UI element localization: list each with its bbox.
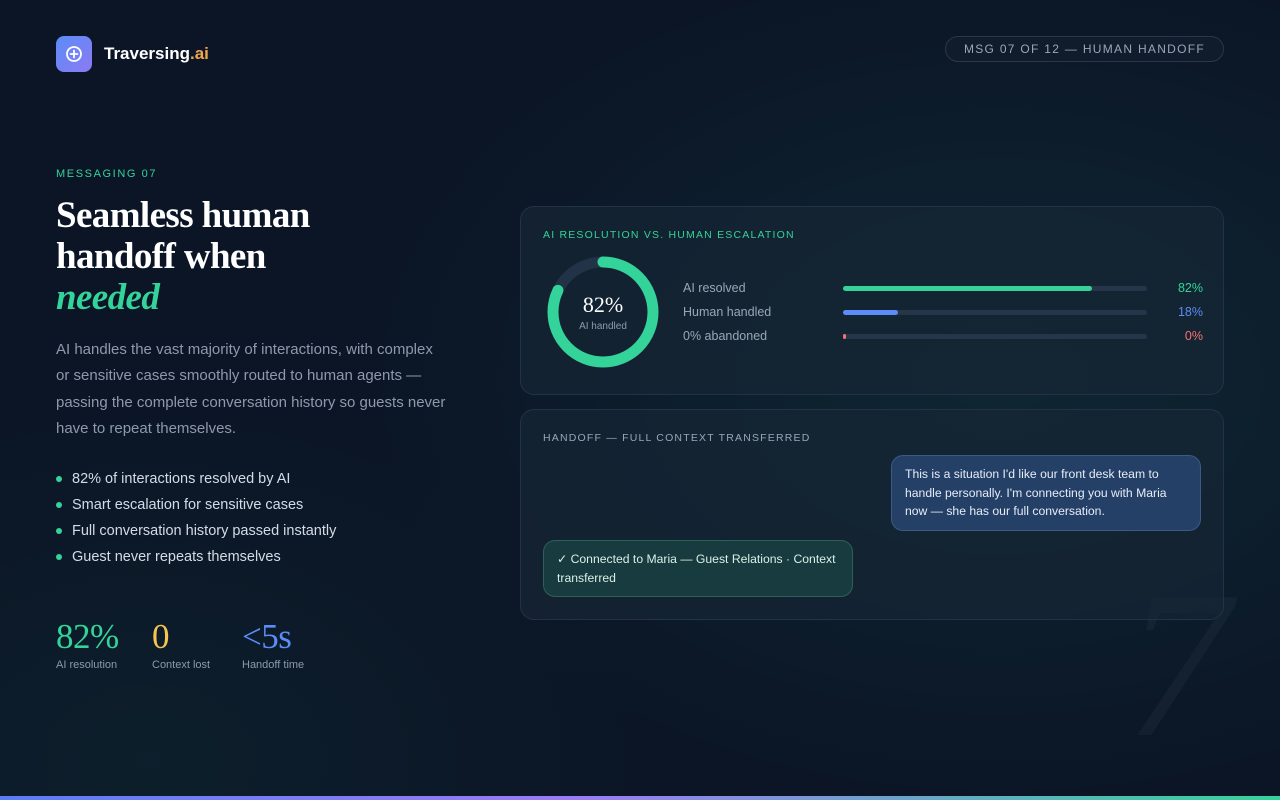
donut-center: 82% AI handled <box>546 255 660 369</box>
bar-label: 0% abandoned <box>683 329 768 343</box>
headline-line-1: Seamless human <box>56 195 310 236</box>
bullet-dot-icon <box>56 502 62 508</box>
bar-track <box>843 334 1147 339</box>
stat-label: Context lost <box>152 659 211 671</box>
feature-text: Smart escalation for sensitive cases <box>72 497 304 513</box>
stat-label: AI resolution <box>56 659 118 671</box>
stat-ai-resolution: 82% AI resolution <box>56 617 119 672</box>
bar-value: 18% <box>1177 305 1203 319</box>
bar-fill <box>843 310 898 315</box>
handoff-card: HANDOFF — FULL CONTEXT TRANSFERRED This … <box>520 409 1224 620</box>
bar-row-human-handled: Human handled 18% <box>683 304 1203 320</box>
lede-paragraph: AI handles the vast majority of interact… <box>56 341 446 437</box>
bar-track <box>843 286 1147 291</box>
bullet-dot-icon <box>56 554 62 560</box>
handoff-confirmation-bubble: ✓ Connected to Maria — Guest Relations ·… <box>543 540 853 597</box>
feature-item: 82% of interactions resolved by AI <box>56 466 336 492</box>
stat-value: <5s <box>242 617 292 656</box>
bar-fill <box>843 334 846 339</box>
card-title: AI RESOLUTION VS. HUMAN ESCALATION <box>543 229 795 241</box>
agent-message-bubble: This is a situation I'd like our front d… <box>891 455 1201 531</box>
bar-row-ai-resolved: AI resolved 82% <box>683 280 1203 296</box>
stat-value: 0 <box>152 617 170 656</box>
feature-text: Full conversation history passed instant… <box>72 523 337 539</box>
resolution-card: AI RESOLUTION VS. HUMAN ESCALATION 82% A… <box>520 206 1224 395</box>
donut-label: AI handled <box>579 321 627 332</box>
headline-line-2: handoff when <box>56 236 266 277</box>
feature-item: Smart escalation for sensitive cases <box>56 492 336 518</box>
bullet-dot-icon <box>56 476 62 482</box>
bar-value: 82% <box>1177 281 1203 295</box>
section-eyebrow: MESSAGING 07 <box>56 168 158 180</box>
message-progress-pill: MSG 07 OF 12 — HUMAN HANDOFF <box>945 36 1224 62</box>
bar-row-abandoned: 0% abandoned 0% <box>683 328 1203 344</box>
feature-item: Guest never repeats themselves <box>56 544 336 570</box>
compass-icon <box>56 36 92 72</box>
bar-track <box>843 310 1147 315</box>
stat-handoff-time: <5s Handoff time <box>242 617 305 672</box>
page-headline: Seamless human handoff when needed <box>56 195 476 318</box>
bar-label: Human handled <box>683 305 772 319</box>
feature-text: 82% of interactions resolved by AI <box>72 471 291 487</box>
bar-value: 0% <box>1184 329 1203 343</box>
feature-text: Guest never repeats themselves <box>72 549 281 565</box>
bullet-dot-icon <box>56 528 62 534</box>
feature-item: Full conversation history passed instant… <box>56 518 336 544</box>
brand-name-main: Traversing <box>104 44 190 63</box>
stat-value: 82% <box>56 617 119 656</box>
headline-italic: needed <box>56 277 160 318</box>
brand-name: Traversing.ai <box>104 44 209 64</box>
brand-name-accent: .ai <box>190 44 209 63</box>
bar-label: AI resolved <box>683 281 746 295</box>
stat-context-lost: 0 Context lost <box>152 617 211 672</box>
card-title: HANDOFF — FULL CONTEXT TRANSFERRED <box>543 432 811 444</box>
brand-logo[interactable]: Traversing.ai <box>56 36 209 72</box>
bar-fill <box>843 286 1093 291</box>
bottom-accent-bar <box>0 796 1280 800</box>
donut-value: 82% <box>582 292 624 317</box>
feature-list: 82% of interactions resolved by AI Smart… <box>56 466 336 570</box>
stat-label: Handoff time <box>242 659 305 671</box>
